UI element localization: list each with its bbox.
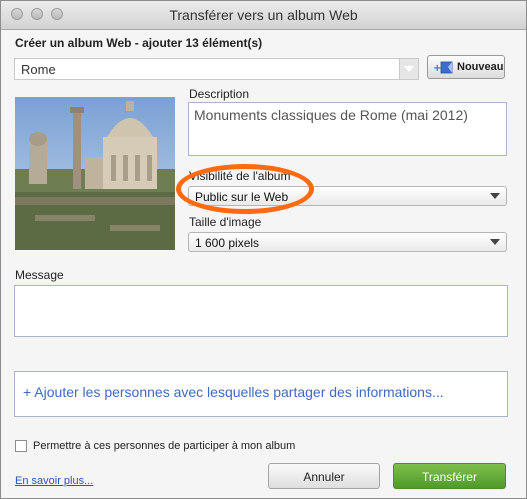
image-size-select[interactable]: 1 600 pixels [188, 232, 507, 252]
visibility-label: Visibilité de l'album [189, 169, 291, 183]
chevron-down-icon [490, 193, 500, 199]
album-name-field[interactable]: Rome [14, 58, 400, 80]
title-bar: Transférer vers un album Web [1, 1, 526, 30]
cancel-button[interactable]: Annuler [268, 463, 380, 489]
message-field[interactable] [14, 285, 508, 337]
participate-checkbox[interactable] [15, 440, 27, 452]
new-album-button[interactable]: + Nouveau [427, 55, 505, 79]
image-size-label: Taille d'image [189, 215, 262, 229]
learn-more-link[interactable]: En savoir plus... [15, 475, 93, 487]
new-album-label: Nouveau [457, 61, 504, 73]
description-field[interactable]: Monuments classiques de Rome (mai 2012) [188, 102, 507, 156]
album-heading: Créer un album Web - ajouter 13 élément(… [15, 36, 263, 50]
add-people-field[interactable]: + Ajouter les personnes avec lesquelles … [14, 371, 508, 417]
new-album-icon: + [433, 61, 453, 74]
album-cover-photo [15, 97, 175, 250]
upload-dialog: Transférer vers un album Web Créer un al… [0, 0, 527, 499]
participate-label: Permettre à ces personnes de participer … [33, 440, 296, 452]
album-dropdown-button[interactable] [399, 58, 419, 80]
chevron-down-icon [490, 239, 500, 245]
upload-button[interactable]: Transférer [393, 463, 506, 489]
visibility-select[interactable]: Public sur le Web [188, 186, 507, 206]
message-label: Message [15, 268, 64, 282]
image-size-selected-value: 1 600 pixels [195, 236, 260, 250]
description-label: Description [189, 87, 250, 101]
visibility-selected-value: Public sur le Web [195, 190, 289, 204]
chevron-down-icon [404, 66, 414, 72]
window-title: Transférer vers un album Web [169, 7, 358, 23]
svg-text:+: + [433, 63, 441, 74]
